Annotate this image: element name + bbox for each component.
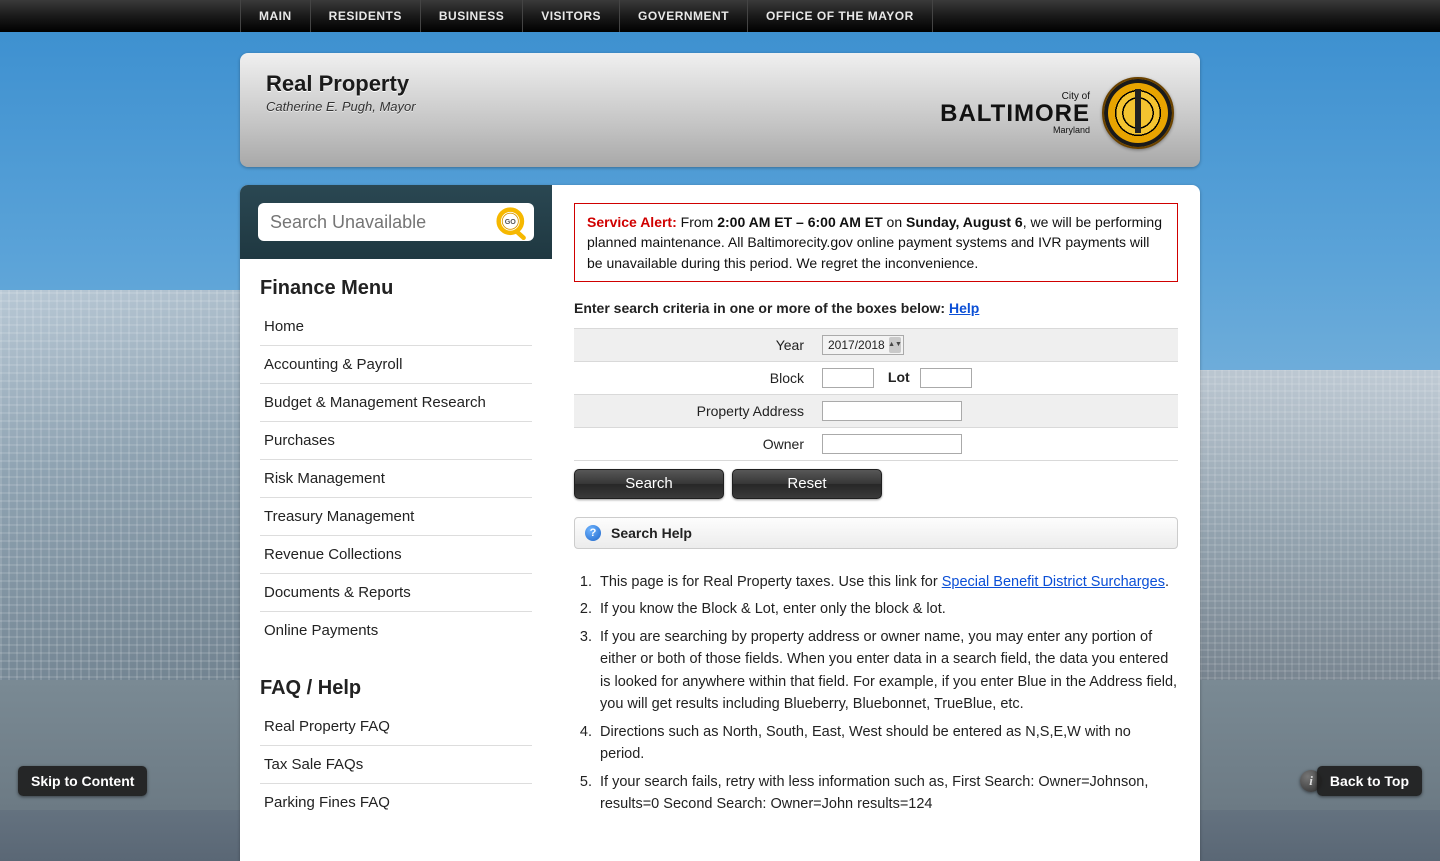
service-alert: Service Alert: From 2:00 AM ET – 6:00 AM… <box>574 203 1178 282</box>
address-input[interactable] <box>822 401 962 421</box>
menu-risk[interactable]: Risk Management <box>260 460 532 497</box>
criteria-instruction: Enter search criteria in one or more of … <box>574 300 1178 316</box>
search-input[interactable] <box>258 203 534 241</box>
faq-menu: Real Property FAQ Tax Sale FAQs Parking … <box>240 708 552 831</box>
menu-taxsale-faq[interactable]: Tax Sale FAQs <box>260 746 532 783</box>
help-item-4: Directions such as North, South, East, W… <box>596 721 1178 766</box>
owner-input[interactable] <box>822 434 962 454</box>
skip-to-content-button[interactable]: Skip to Content <box>18 766 147 796</box>
help-item-1: This page is for Real Property taxes. Us… <box>596 571 1178 593</box>
menu-home[interactable]: Home <box>260 308 532 345</box>
year-select[interactable]: 2017/2018 ▲▼ <box>822 335 904 355</box>
menu-documents[interactable]: Documents & Reports <box>260 574 532 611</box>
page-subtitle: Catherine E. Pugh, Mayor <box>266 99 416 114</box>
sidebar: GO Finance Menu Home Accounting & Payrol… <box>240 185 552 861</box>
finance-menu: Home Accounting & Payroll Budget & Manag… <box>240 308 552 659</box>
owner-label: Owner <box>574 427 814 460</box>
search-help-label: Search Help <box>611 525 692 541</box>
lot-label: Lot <box>878 369 916 385</box>
nav-main[interactable]: MAIN <box>240 0 310 32</box>
help-icon: ? <box>585 525 601 541</box>
sbd-link[interactable]: Special Benefit District Surcharges <box>942 574 1165 590</box>
menu-revenue[interactable]: Revenue Collections <box>260 536 532 573</box>
main-content: Service Alert: From 2:00 AM ET – 6:00 AM… <box>552 185 1200 861</box>
sidebar-heading-faq: FAQ / Help <box>240 659 552 708</box>
search-help-band[interactable]: ? Search Help <box>574 517 1178 549</box>
search-button[interactable]: Search <box>574 469 724 499</box>
nav-business[interactable]: BUSINESS <box>420 0 522 32</box>
help-list: This page is for Real Property taxes. Us… <box>596 571 1178 816</box>
menu-realprop-faq[interactable]: Real Property FAQ <box>260 708 532 745</box>
select-arrows-icon: ▲▼ <box>889 337 901 353</box>
block-label: Block <box>574 361 814 394</box>
menu-accounting[interactable]: Accounting & Payroll <box>260 346 532 383</box>
block-input[interactable] <box>822 368 874 388</box>
top-nav: MAIN RESIDENTS BUSINESS VISITORS GOVERNM… <box>0 0 1440 32</box>
menu-treasury[interactable]: Treasury Management <box>260 498 532 535</box>
page-title: Real Property <box>266 71 416 97</box>
help-item-2: If you know the Block & Lot, enter only … <box>596 598 1178 620</box>
nav-office-mayor[interactable]: OFFICE OF THE MAYOR <box>747 0 933 32</box>
magnifier-icon: GO <box>495 206 531 240</box>
nav-residents[interactable]: RESIDENTS <box>310 0 420 32</box>
menu-budget[interactable]: Budget & Management Research <box>260 384 532 421</box>
lot-input[interactable] <box>920 368 972 388</box>
svg-text:GO: GO <box>505 218 517 226</box>
search-form: Year 2017/2018 ▲▼ Block Lot <box>574 328 1178 461</box>
page-header: Real Property Catherine E. Pugh, Mayor C… <box>240 53 1200 167</box>
city-seal-icon <box>1102 77 1174 149</box>
menu-parking-faq[interactable]: Parking Fines FAQ <box>260 784 532 821</box>
address-label: Property Address <box>574 394 814 427</box>
city-logo-text: City of BALTIMORE Maryland <box>940 92 1090 135</box>
nav-government[interactable]: GOVERNMENT <box>619 0 747 32</box>
nav-visitors[interactable]: VISITORS <box>522 0 619 32</box>
menu-purchases[interactable]: Purchases <box>260 422 532 459</box>
menu-online-payments[interactable]: Online Payments <box>260 612 532 649</box>
help-item-3: If you are searching by property address… <box>596 626 1178 716</box>
reset-button[interactable]: Reset <box>732 469 882 499</box>
year-label: Year <box>574 328 814 361</box>
search-go-button[interactable]: GO <box>495 206 531 240</box>
criteria-help-link[interactable]: Help <box>949 300 979 316</box>
back-to-top-button[interactable]: Back to Top <box>1317 766 1422 796</box>
sidebar-heading-finance: Finance Menu <box>240 259 552 308</box>
help-item-5: If your search fails, retry with less in… <box>596 771 1178 816</box>
